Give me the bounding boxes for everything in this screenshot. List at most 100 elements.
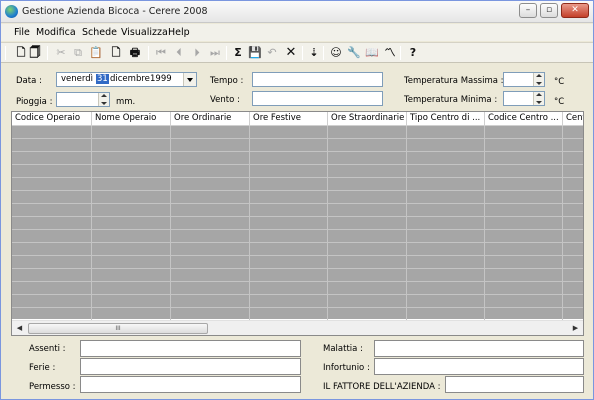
help-icon[interactable]: ? [406,46,420,60]
fattore-field[interactable] [445,376,584,393]
vento-field[interactable] [252,91,383,106]
table-cell[interactable] [12,152,92,165]
table-cell[interactable] [485,204,563,217]
table-row[interactable] [12,191,583,204]
table-cell[interactable] [328,282,407,295]
pioggia-field[interactable] [56,92,110,107]
table-cell[interactable] [250,230,328,243]
table-cell[interactable] [485,126,563,139]
chart-icon[interactable]: 〽 [383,46,397,60]
table-cell[interactable] [328,178,407,191]
table-cell[interactable] [407,204,485,217]
print-icon[interactable]: 🖶 [128,46,142,60]
undo-icon[interactable]: ↶ [265,46,279,60]
workers-grid[interactable]: Codice Operaio Nome Operaio Ore Ordinari… [11,111,584,336]
temp-min-field[interactable] [503,91,545,106]
table-cell[interactable] [328,230,407,243]
minimize-button[interactable]: – [519,3,537,18]
ferie-field[interactable] [80,358,301,375]
table-cell[interactable] [485,178,563,191]
table-cell[interactable] [171,152,250,165]
tempo-field[interactable] [252,72,383,87]
table-row[interactable] [12,165,583,178]
table-cell[interactable] [563,256,583,269]
table-cell[interactable] [563,178,583,191]
table-cell[interactable] [328,243,407,256]
table-cell[interactable] [250,152,328,165]
table-cell[interactable] [92,230,171,243]
infortunio-field[interactable] [374,358,584,375]
table-cell[interactable] [563,139,583,152]
pioggia-spinner-icon[interactable] [98,93,109,106]
table-row[interactable] [12,204,583,217]
table-cell[interactable] [485,191,563,204]
table-cell[interactable] [92,152,171,165]
table-cell[interactable] [407,256,485,269]
table-cell[interactable] [12,126,92,139]
table-cell[interactable] [407,269,485,282]
table-cell[interactable] [407,191,485,204]
table-cell[interactable] [485,282,563,295]
table-cell[interactable] [563,152,583,165]
column-header-codice-centro[interactable]: Codice Centro ... [485,112,563,126]
column-header-tipo-centro[interactable]: Tipo Centro di ... [407,112,485,126]
table-cell[interactable] [12,165,92,178]
table-cell[interactable] [563,230,583,243]
table-cell[interactable] [171,269,250,282]
table-cell[interactable] [250,282,328,295]
table-cell[interactable] [250,191,328,204]
malattia-field[interactable] [374,340,584,357]
table-row[interactable] [12,139,583,152]
table-cell[interactable] [12,191,92,204]
table-cell[interactable] [250,126,328,139]
table-cell[interactable] [171,217,250,230]
table-cell[interactable] [12,230,92,243]
table-cell[interactable] [12,243,92,256]
table-cell[interactable] [92,178,171,191]
table-cell[interactable] [12,217,92,230]
assenti-field[interactable] [80,340,301,357]
table-cell[interactable] [328,295,407,308]
table-row[interactable] [12,152,583,165]
previous-record-icon[interactable]: ⏴ [172,46,186,60]
table-cell[interactable] [12,256,92,269]
table-cell[interactable] [92,282,171,295]
book-icon[interactable]: 📖 [365,46,379,60]
table-cell[interactable] [171,256,250,269]
table-cell[interactable] [171,139,250,152]
date-day[interactable]: 31 [96,74,109,84]
table-cell[interactable] [92,126,171,139]
table-cell[interactable] [328,256,407,269]
table-cell[interactable] [171,230,250,243]
table-cell[interactable] [12,295,92,308]
table-cell[interactable] [563,295,583,308]
table-cell[interactable] [563,217,583,230]
new-icon[interactable]: 🗋 [14,46,28,60]
table-cell[interactable] [328,126,407,139]
column-header-nome-operaio[interactable]: Nome Operaio [92,112,171,126]
table-cell[interactable] [485,256,563,269]
table-row[interactable] [12,269,583,282]
horizontal-scrollbar[interactable]: ◀ III ▶ [12,320,583,335]
date-weekday[interactable]: venerdì [61,74,93,84]
delete-icon[interactable]: ✕ [284,46,298,60]
table-cell[interactable] [12,178,92,191]
table-cell[interactable] [328,217,407,230]
table-cell[interactable] [563,269,583,282]
table-cell[interactable] [485,243,563,256]
table-cell[interactable] [563,282,583,295]
table-cell[interactable] [171,178,250,191]
temp-max-field[interactable] [503,72,545,87]
save-icon[interactable]: 💾 [248,46,262,60]
table-cell[interactable] [250,269,328,282]
table-cell[interactable] [12,139,92,152]
table-cell[interactable] [407,139,485,152]
table-cell[interactable] [92,139,171,152]
table-cell[interactable] [328,139,407,152]
sort-icon[interactable]: ⇣ [307,46,321,60]
table-cell[interactable] [171,204,250,217]
first-record-icon[interactable]: ⏮ [154,46,168,60]
close-button[interactable]: ✕ [561,3,589,18]
grid-body[interactable] [12,126,583,321]
table-cell[interactable] [407,295,485,308]
